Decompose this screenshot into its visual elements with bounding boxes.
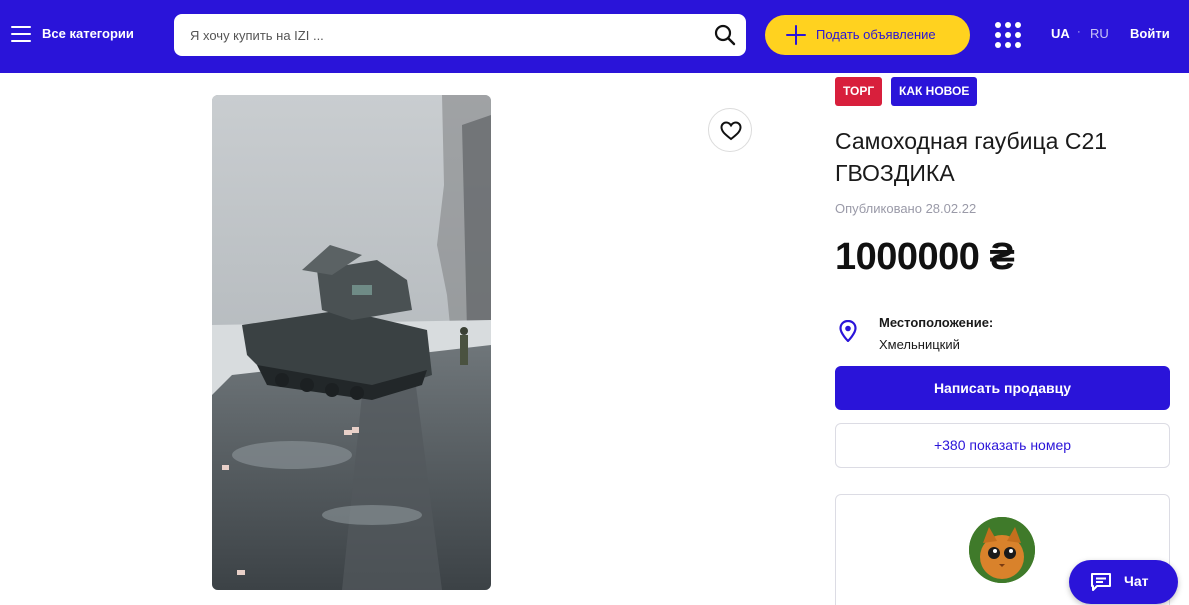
tag-like-new: КАК НОВОЕ bbox=[891, 77, 978, 106]
post-ad-button[interactable]: Подать объявление bbox=[765, 15, 970, 55]
location-label: Местоположение: bbox=[879, 315, 994, 330]
hamburger-icon[interactable] bbox=[11, 26, 31, 42]
search-input[interactable] bbox=[190, 14, 690, 56]
favorite-button[interactable] bbox=[708, 108, 752, 152]
avatar[interactable] bbox=[969, 517, 1035, 583]
location-value: Хмельницкий bbox=[879, 337, 960, 352]
lang-ua-link[interactable]: UA bbox=[1051, 26, 1070, 41]
write-seller-button[interactable]: Написать продавцу bbox=[835, 366, 1170, 410]
published-date: Опубликовано 28.02.22 bbox=[835, 201, 977, 216]
plus-icon bbox=[786, 25, 806, 45]
top-nav-bar: Все категории Подать объявление UA · RU … bbox=[0, 0, 1189, 73]
tag-bargain: ТОРГ bbox=[835, 77, 883, 106]
chat-icon bbox=[1091, 573, 1111, 591]
login-link[interactable]: Войти bbox=[1130, 26, 1170, 41]
listing-title: Самоходная гаубица С21 ГВОЗДИКА bbox=[835, 128, 1108, 186]
grid-icon[interactable] bbox=[995, 22, 1021, 48]
heart-icon bbox=[720, 121, 742, 141]
chat-button[interactable]: Чат bbox=[1069, 560, 1178, 604]
all-categories-link[interactable]: Все категории bbox=[42, 26, 134, 41]
lang-separator: · bbox=[1077, 26, 1081, 38]
listing-photo[interactable] bbox=[212, 95, 491, 590]
search-bar bbox=[174, 14, 746, 56]
post-ad-label: Подать объявление bbox=[816, 27, 936, 42]
chat-label: Чат bbox=[1124, 573, 1149, 589]
lang-ru-link[interactable]: RU bbox=[1090, 26, 1109, 41]
show-phone-button[interactable]: +380 показать номер bbox=[835, 423, 1170, 468]
listing-price: 1000000 ₴ bbox=[835, 236, 1015, 278]
search-icon[interactable] bbox=[714, 24, 736, 46]
map-pin-icon bbox=[839, 320, 857, 342]
